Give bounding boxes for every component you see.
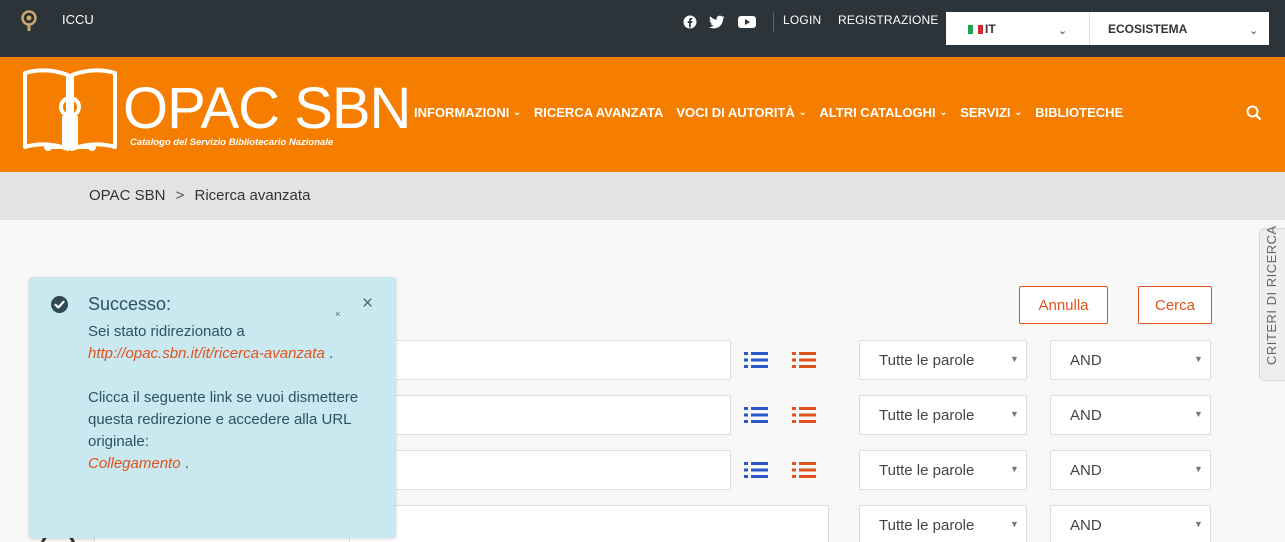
nav-item-informazioni[interactable]: INFORMAZIONI ⌄ xyxy=(414,105,521,120)
nav-label: INFORMAZIONI xyxy=(414,105,510,120)
facebook-icon[interactable] xyxy=(683,14,697,30)
language-value: IT xyxy=(985,22,996,36)
dropdown-arrow-icon: ▼ xyxy=(1010,519,1019,529)
original-url-link[interactable]: Collegamento xyxy=(88,455,181,472)
nav-item-biblioteche[interactable]: BIBLIOTECHE xyxy=(1035,105,1123,120)
dropdown-arrow-icon: ▼ xyxy=(1194,409,1203,419)
breadcrumb: OPAC SBN > Ricerca avanzata xyxy=(0,172,1285,220)
match-value: Tutte le parole xyxy=(879,517,975,534)
nav-label: SERVIZI xyxy=(960,105,1011,120)
operator-value: AND xyxy=(1070,517,1102,534)
operator-select-2[interactable]: AND ▼ xyxy=(1050,395,1211,435)
register-link[interactable]: REGISTRAZIONE xyxy=(838,13,939,27)
notification-body: Sei stato ridirezionato a http://opac.sb… xyxy=(88,321,378,497)
match-value: Tutte le parole xyxy=(879,352,975,369)
dropdown-arrow-icon: ▼ xyxy=(1194,519,1203,529)
close-icon[interactable]: × xyxy=(362,293,373,315)
chevron-down-icon: ⌄ xyxy=(513,107,521,117)
redirect-url-link[interactable]: http://opac.sbn.it/it/ricerca-avanzata xyxy=(88,345,325,362)
operator-value: AND xyxy=(1070,407,1102,424)
list-icon[interactable] xyxy=(792,461,816,479)
match-select-1[interactable]: Tutte le parole ▼ xyxy=(859,340,1027,380)
notification-text: . xyxy=(328,345,334,362)
nav-label: BIBLIOTECHE xyxy=(1035,105,1124,120)
nav-item-servizi[interactable]: SERVIZI ⌄ xyxy=(960,105,1022,120)
breadcrumb-home[interactable]: OPAC SBN xyxy=(89,187,165,204)
operator-value: AND xyxy=(1070,462,1102,479)
iccu-brand[interactable]: ICCU xyxy=(62,12,94,27)
dropdown-arrow-icon: ▼ xyxy=(1010,409,1019,419)
dropdown-arrow-icon: ▼ xyxy=(1010,354,1019,364)
search-icon[interactable] xyxy=(1246,105,1262,121)
close-icon[interactable]: × xyxy=(335,309,340,319)
nav-item-altri-cataloghi[interactable]: ALTRI CATALOGHI ⌄ xyxy=(819,105,947,120)
success-notification: Successo: × × Sei stato ridirezionato a … xyxy=(29,277,396,538)
operator-value: AND xyxy=(1070,352,1102,369)
operator-select-3[interactable]: AND ▼ xyxy=(1050,450,1211,490)
operator-select-4[interactable]: AND ▼ xyxy=(1050,505,1211,542)
divider xyxy=(773,12,774,32)
top-bar: ICCU LOGIN REGISTRAZIONE IT ⌄ ECOSISTEMA… xyxy=(0,0,1285,57)
nav-item-ricerca-avanzata[interactable]: RICERCA AVANZATA xyxy=(534,105,664,120)
twitter-icon[interactable] xyxy=(709,14,725,30)
list-icon[interactable] xyxy=(792,406,816,424)
match-value: Tutte le parole xyxy=(879,462,975,479)
breadcrumb-separator: > xyxy=(175,187,185,204)
notification-title: Successo: xyxy=(88,294,172,314)
dropdown-arrow-icon: ▼ xyxy=(1194,354,1203,364)
notification-text: . xyxy=(184,455,189,472)
chevron-down-icon: ⌄ xyxy=(1058,25,1068,37)
flag-icon xyxy=(968,25,983,34)
list-icon[interactable] xyxy=(744,406,768,424)
login-link[interactable]: LOGIN xyxy=(783,13,821,27)
language-select[interactable]: IT ⌄ xyxy=(946,12,1089,45)
nav-label: VOCI DI AUTORITÀ xyxy=(676,105,795,120)
book-logo-icon[interactable] xyxy=(22,67,118,155)
check-circle-icon xyxy=(51,296,68,313)
site-header: OPAC SBN Catalogo del Servizio Bibliotec… xyxy=(0,57,1285,172)
list-icon[interactable] xyxy=(744,461,768,479)
breadcrumb-current: Ricerca avanzata xyxy=(194,187,311,204)
ecosystem-select[interactable]: ECOSISTEMA ⌄ xyxy=(1089,12,1269,45)
dropdown-arrow-icon: ▼ xyxy=(1010,464,1019,474)
dropdown-arrow-icon: ▼ xyxy=(1194,464,1203,474)
chevron-down-icon: ⌄ xyxy=(1249,25,1259,37)
chevron-down-icon: ⌄ xyxy=(798,107,807,117)
youtube-icon[interactable] xyxy=(738,14,756,30)
match-select-2[interactable]: Tutte le parole ▼ xyxy=(859,395,1027,435)
list-icon[interactable] xyxy=(792,351,816,369)
main-nav: INFORMAZIONI ⌄ RICERCA AVANZATA VOCI DI A… xyxy=(414,105,1136,120)
operator-select-1[interactable]: AND ▼ xyxy=(1050,340,1211,380)
ecosystem-value: ECOSISTEMA xyxy=(1108,22,1188,36)
match-select-3[interactable]: Tutte le parole ▼ xyxy=(859,450,1027,490)
search-criteria-tab[interactable]: CRITERI DI RICERCA xyxy=(1259,225,1285,381)
nav-label: ALTRI CATALOGHI xyxy=(819,105,936,120)
site-subtitle: Catalogo del Servizio Bibliotecario Nazi… xyxy=(130,137,334,148)
notification-text: Clicca il seguente link se vuoi dismette… xyxy=(88,389,359,450)
cancel-button[interactable]: Annulla xyxy=(1019,286,1108,324)
nav-item-voci-di-autorita[interactable]: VOCI DI AUTORITÀ ⌄ xyxy=(676,105,806,120)
match-value: Tutte le parole xyxy=(879,407,975,424)
site-title[interactable]: OPAC SBN xyxy=(123,79,411,139)
chevron-down-icon: ⌄ xyxy=(1014,107,1023,117)
search-criteria-label: CRITERI DI RICERCA xyxy=(1264,225,1279,365)
notification-text: Sei stato ridirezionato a xyxy=(88,323,245,340)
list-icon[interactable] xyxy=(744,351,768,369)
iccu-logo-icon[interactable] xyxy=(21,10,37,32)
nav-label: RICERCA AVANZATA xyxy=(533,105,664,120)
search-button[interactable]: Cerca xyxy=(1138,286,1212,324)
chevron-down-icon: ⌄ xyxy=(939,107,948,117)
match-select-4[interactable]: Tutte le parole ▼ xyxy=(859,505,1027,542)
